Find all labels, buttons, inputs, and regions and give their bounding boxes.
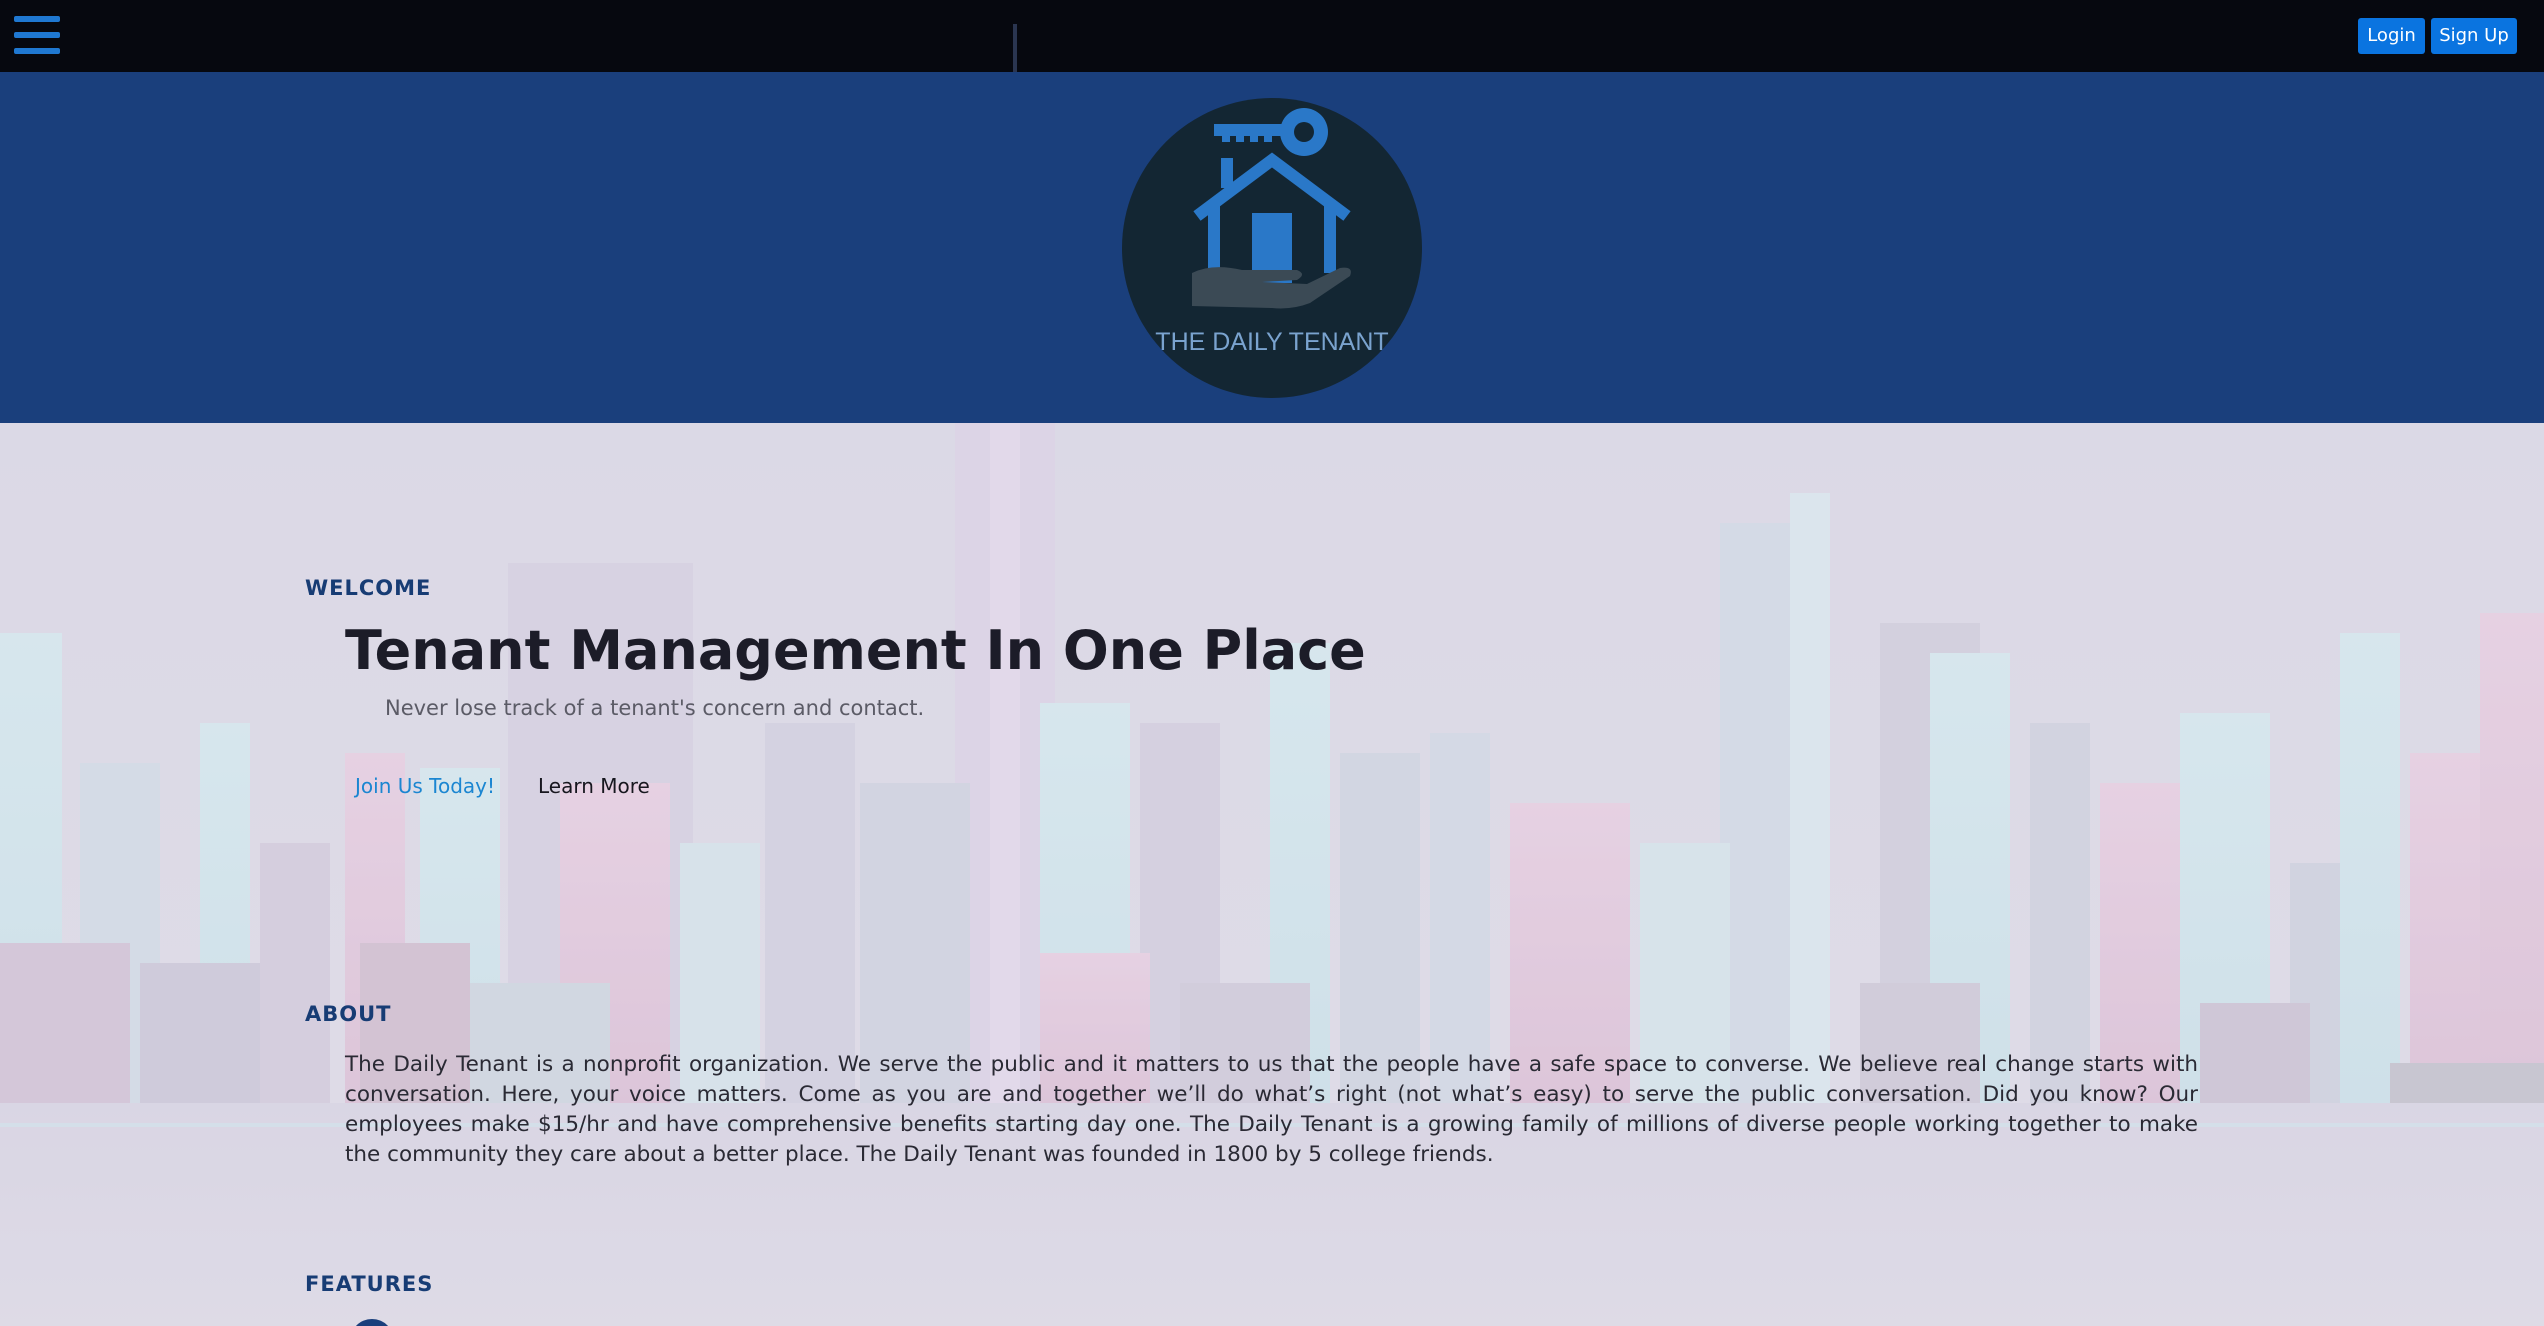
logo-text: THE DAILY TENANT: [1155, 328, 1388, 356]
logo-banner: THE DAILY TENANT: [0, 72, 2544, 423]
hero-subtitle: Never lose track of a tenant's concern a…: [385, 696, 925, 720]
join-us-link[interactable]: Join Us Today!: [355, 774, 495, 798]
welcome-label: WELCOME: [305, 576, 432, 600]
signup-button[interactable]: Sign Up: [2431, 18, 2517, 54]
hero-content: WELCOME Tenant Management In One Place N…: [0, 423, 2544, 1326]
nav-divider: [1013, 24, 1017, 72]
hamburger-menu-icon[interactable]: [14, 16, 60, 56]
about-text: The Daily Tenant is a nonprofit organiza…: [345, 1052, 2198, 1167]
login-button[interactable]: Login: [2358, 18, 2425, 54]
daily-tenant-logo: THE DAILY TENANT: [1122, 98, 1422, 398]
top-navbar: Login Sign Up: [0, 0, 2544, 72]
page-title: Tenant Management In One Place: [345, 619, 1366, 682]
feature-icon: [350, 1319, 394, 1326]
about-heading: ABOUT: [305, 1002, 392, 1026]
learn-more-link[interactable]: Learn More: [538, 774, 650, 798]
hero-section: WELCOME Tenant Management In One Place N…: [0, 423, 2544, 1326]
features-heading: FEATURES: [305, 1272, 434, 1296]
